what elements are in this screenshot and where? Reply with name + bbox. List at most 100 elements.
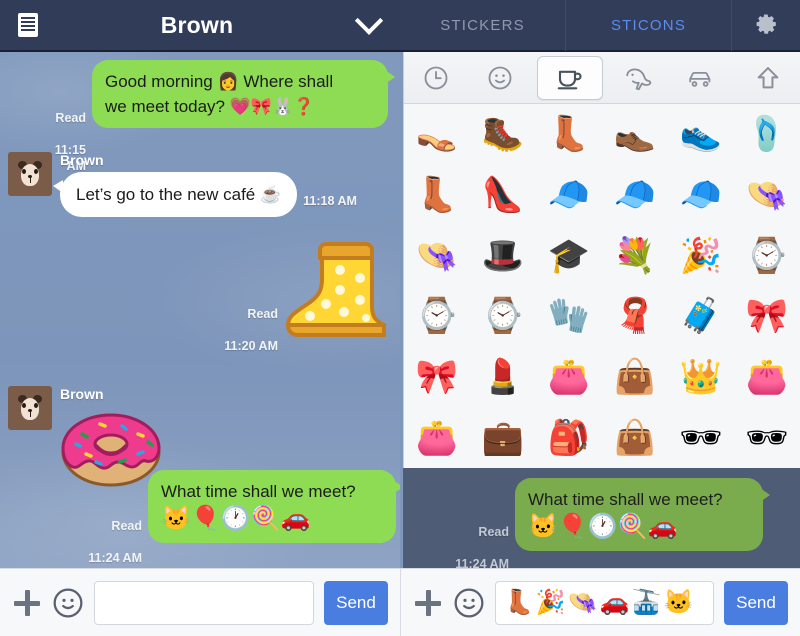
message-line-2: we meet today? 💗🎀🐰❓ bbox=[105, 97, 315, 116]
plus-icon[interactable] bbox=[12, 588, 42, 618]
composed-sticker: 🎉 bbox=[535, 589, 566, 616]
message-text: Let’s go to the new café ☕ bbox=[76, 185, 282, 204]
sticon-cell[interactable]: 🧢 bbox=[668, 165, 734, 226]
sticon-cell[interactable]: ⌚ bbox=[404, 286, 470, 347]
recent-clock-icon bbox=[424, 66, 448, 89]
sticon-cell[interactable]: 👡 bbox=[404, 104, 470, 165]
sticon-cell[interactable]: 👒 bbox=[404, 225, 470, 286]
category-vehicles-tab[interactable] bbox=[671, 52, 735, 104]
message-input-right[interactable]: 👢 🎉 👒 🚗 🚠 🐱 bbox=[495, 580, 714, 625]
sticon-cell[interactable]: 👞 bbox=[602, 104, 668, 165]
sticon-cell[interactable]: ⌚ bbox=[470, 286, 536, 347]
avatar[interactable] bbox=[8, 152, 52, 196]
message-line-1: What time shall we meet? bbox=[161, 482, 356, 501]
message-line-1: Good morning 👩 Where shall bbox=[105, 72, 334, 91]
sticon-cell[interactable]: 🧣 bbox=[602, 286, 668, 347]
sticon-category-bar bbox=[404, 52, 800, 104]
menu-button[interactable] bbox=[0, 13, 56, 37]
page-title: Brown bbox=[160, 11, 234, 38]
composed-sticker: 🚗 bbox=[599, 589, 630, 616]
smiley-face-icon[interactable] bbox=[52, 587, 84, 619]
chat-header: Brown bbox=[0, 0, 400, 52]
message-bubble[interactable]: Good morning 👩 Where shall we meet today… bbox=[92, 60, 395, 128]
sticon-cell[interactable]: 💼 bbox=[470, 407, 536, 468]
bear-eye-right-icon bbox=[34, 169, 38, 174]
sticon-cell[interactable]: 👟 bbox=[668, 104, 734, 165]
composed-sticker: 👒 bbox=[567, 589, 598, 616]
sticon-cell[interactable]: 👒 bbox=[734, 165, 800, 226]
message-time: 11:18 AM bbox=[303, 194, 357, 208]
sticon-cell[interactable]: 🧤 bbox=[536, 286, 602, 347]
tab-stickers[interactable]: STICKERS bbox=[400, 0, 566, 51]
sticon-cell[interactable]: 👜 bbox=[602, 347, 668, 408]
send-button-left[interactable]: Send bbox=[324, 580, 388, 625]
dimmed-chat-overlay: Read 11:24 AM What time shall we meet? 🐱… bbox=[403, 468, 800, 568]
yellow-rain-boot-sticker[interactable] bbox=[282, 232, 390, 342]
sticon-cell[interactable]: 👢 bbox=[404, 165, 470, 226]
sticon-cell[interactable]: 🕶 bbox=[668, 407, 734, 468]
message-cafe: Brown Let’s go to the new café ☕ 11:18 A… bbox=[8, 152, 357, 217]
overlay-message-line-2: 🐱🎈🕐🍭🚗 bbox=[528, 513, 678, 540]
sticon-cell[interactable]: 🕶 bbox=[734, 407, 800, 468]
bear-eye-left-icon bbox=[22, 169, 26, 174]
up-arrow-icon bbox=[757, 66, 779, 88]
sticon-cell[interactable]: ⌚ bbox=[734, 225, 800, 286]
sticon-cell[interactable]: 👜 bbox=[602, 407, 668, 468]
sticon-cell[interactable]: 🎒 bbox=[536, 407, 602, 468]
plus-icon[interactable] bbox=[413, 588, 443, 618]
composed-sticker: 🐱 bbox=[663, 589, 694, 616]
smiley-face-icon[interactable] bbox=[453, 587, 485, 619]
bear-mouth-icon bbox=[29, 177, 31, 183]
sticon-cell[interactable]: 👑 bbox=[668, 347, 734, 408]
sticon-cell[interactable]: 🎩 bbox=[470, 225, 536, 286]
sticon-cell[interactable]: 💐 bbox=[602, 225, 668, 286]
chat-message-list[interactable]: Read 11:15 AM Good morning 👩 Where shall… bbox=[0, 52, 400, 568]
sticker-panel-header: STICKERS STICONS bbox=[400, 0, 800, 52]
settings-button[interactable] bbox=[732, 12, 800, 38]
sticon-cell[interactable]: 👛 bbox=[404, 407, 470, 468]
category-animals-tab[interactable] bbox=[607, 52, 671, 104]
message-bubble[interactable]: Let’s go to the new café ☕ bbox=[52, 172, 298, 217]
message-input-left[interactable] bbox=[94, 580, 314, 625]
bear-eye-left-icon bbox=[22, 403, 26, 408]
sticon-cell[interactable]: 🎓 bbox=[536, 225, 602, 286]
message-input-bar-left: Send bbox=[0, 568, 400, 636]
bear-mouth-icon bbox=[29, 411, 31, 417]
message-bubble[interactable]: What time shall we meet? 🐱🎈🕐🍭🚗 bbox=[148, 470, 400, 543]
sticon-cell[interactable]: 🧢 bbox=[602, 165, 668, 226]
collapse-button[interactable] bbox=[338, 6, 400, 35]
sticon-cell[interactable]: 👢 bbox=[536, 104, 602, 165]
tab-sticons[interactable]: STICONS bbox=[566, 0, 732, 51]
bear-eye-right-icon bbox=[34, 403, 38, 408]
message-input-bar-right: 👢 🎉 👒 🚗 🚠 🐱 Send bbox=[400, 568, 800, 636]
send-button-right[interactable]: Send bbox=[724, 580, 788, 625]
smiley-face-icon bbox=[489, 66, 512, 89]
sticon-cell[interactable]: 🧳 bbox=[668, 286, 734, 347]
category-emotion-tab[interactable] bbox=[468, 52, 532, 104]
sticon-cell[interactable]: 🧢 bbox=[536, 165, 602, 226]
message-what-time: Read 11:24 AM What time shall we meet? 🐱… bbox=[88, 470, 400, 566]
chat-app-screen: Brown STICKERS STICONS Read 11:15 AM Goo… bbox=[0, 0, 800, 636]
sticon-cell[interactable]: 🎉 bbox=[668, 225, 734, 286]
sticon-cell[interactable]: 🥾 bbox=[470, 104, 536, 165]
sticon-cell[interactable]: 🩴 bbox=[734, 104, 800, 165]
message-sender: Brown bbox=[60, 386, 104, 402]
message-sender: Brown bbox=[60, 152, 104, 168]
overlay-message-status: Read 11:24 AM bbox=[455, 525, 509, 568]
sticon-cell[interactable]: 💄 bbox=[470, 347, 536, 408]
category-objects-tab[interactable] bbox=[536, 55, 603, 100]
gear-icon bbox=[756, 14, 776, 34]
sticon-cell[interactable]: 🎀 bbox=[404, 347, 470, 408]
sticon-cell[interactable]: 🎀 bbox=[734, 286, 800, 347]
overlay-message-bubble: What time shall we meet? 🐱🎈🕐🍭🚗 bbox=[515, 478, 770, 551]
sticon-cell[interactable]: 👠 bbox=[470, 165, 536, 226]
sticon-cell[interactable]: 👛 bbox=[536, 347, 602, 408]
message-boot-sticker: Read 11:20 AM bbox=[222, 232, 390, 354]
category-more-tab[interactable] bbox=[736, 52, 800, 104]
hamburger-list-icon bbox=[18, 13, 38, 37]
sticon-cell[interactable]: 👛 bbox=[734, 347, 800, 408]
avatar[interactable] bbox=[8, 386, 52, 430]
car-icon bbox=[689, 71, 711, 87]
category-recent-tab[interactable] bbox=[404, 52, 468, 104]
sticon-grid[interactable]: 👡 🥾 👢 👞 👟 🩴 👢 👠 🧢 🧢 🧢 👒 👒 🎩 🎓 💐 🎉 ⌚ ⌚ ⌚ … bbox=[404, 104, 800, 468]
